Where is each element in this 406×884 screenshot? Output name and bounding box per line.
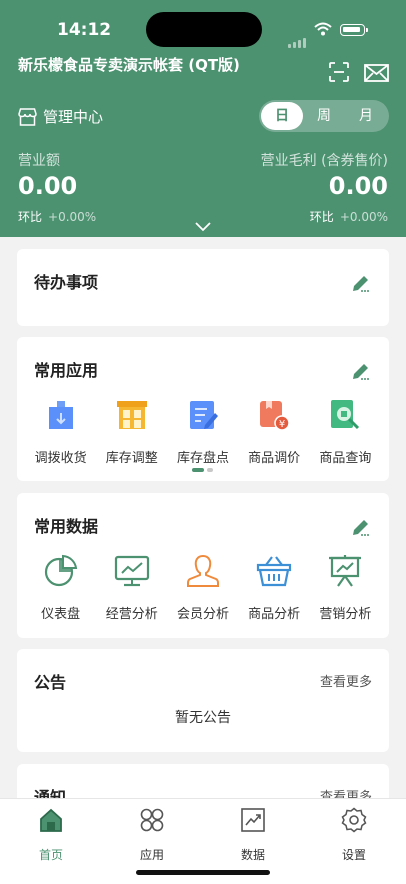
data-label: 营销分析 xyxy=(319,607,372,622)
app-label: 调拨收货 xyxy=(34,451,87,466)
home-indicator xyxy=(136,870,270,875)
tab-label: 设置 xyxy=(341,848,366,862)
announcement-more-link[interactable]: 查看更多 xyxy=(320,671,372,690)
common-apps-title: 常用应用 xyxy=(34,361,99,380)
store-icon xyxy=(18,107,37,126)
edit-icon[interactable] xyxy=(351,517,371,537)
data-marketing-analysis[interactable]: 营销分析 xyxy=(311,553,379,622)
gross-profit-ring-value: +0.00% xyxy=(339,210,388,224)
tab-label: 数据 xyxy=(240,848,265,862)
edit-icon[interactable] xyxy=(351,273,371,293)
gross-profit-ring-label: 环比 xyxy=(309,210,334,224)
data-label: 仪表盘 xyxy=(41,607,81,622)
gross-profit-value: 0.00 xyxy=(328,172,388,200)
settings-icon xyxy=(341,807,367,833)
svg-text:¥: ¥ xyxy=(279,419,285,430)
mail-icon[interactable] xyxy=(364,64,389,82)
data-dashboard[interactable]: 仪表盘 xyxy=(27,553,95,622)
app-label: 库存调整 xyxy=(105,451,158,466)
todo-title: 待办事项 xyxy=(34,273,99,292)
header: 14:12 新乐檬食品专卖演示帐套 (QT版) 管理中心 日 周 月 营业额 0… xyxy=(0,0,406,237)
app-transfer-receive[interactable]: 调拨收货 xyxy=(27,397,95,466)
pager-dot-active xyxy=(192,468,204,472)
data-member-analysis[interactable]: 会员分析 xyxy=(169,553,237,622)
tab-apps[interactable]: 应用 xyxy=(122,807,182,863)
app-label: 商品调价 xyxy=(248,451,301,466)
apps-pager xyxy=(192,468,213,472)
gross-profit-ring: 环比 +0.00% xyxy=(310,208,388,225)
announcement-card: 公告 查看更多 暂无公告 xyxy=(17,649,389,752)
common-data-title: 常用数据 xyxy=(34,517,99,536)
period-tab-month[interactable]: 月 xyxy=(345,102,387,130)
tab-label: 首页 xyxy=(38,848,63,862)
scan-icon[interactable] xyxy=(329,62,349,82)
chart-icon xyxy=(241,808,265,832)
period-switch: 日 周 月 xyxy=(259,100,389,132)
pager-dot xyxy=(207,468,213,472)
revenue-value: 0.00 xyxy=(18,172,78,200)
member-analysis-icon xyxy=(186,554,219,587)
data-business-analysis[interactable]: 经营分析 xyxy=(98,553,166,622)
app-product-search[interactable]: 商品查询 xyxy=(311,397,379,466)
announcement-title: 公告 xyxy=(34,673,67,692)
revenue-ring-label: 环比 xyxy=(18,210,43,224)
data-label: 商品分析 xyxy=(248,607,301,622)
common-apps-card: 常用应用 调拨收货 库存调整 库存盘点 ¥ 商品调价 商品查询 xyxy=(17,337,389,481)
chevron-down-icon[interactable] xyxy=(195,222,211,232)
business-analysis-icon xyxy=(114,555,149,587)
product-search-icon xyxy=(331,400,360,430)
revenue-ring: 环比 +0.00% xyxy=(18,208,96,225)
data-product-analysis[interactable]: 商品分析 xyxy=(240,553,308,622)
tab-data[interactable]: 数据 xyxy=(223,807,283,863)
signal-icon xyxy=(288,29,308,48)
data-label: 经营分析 xyxy=(105,607,158,622)
wifi-icon xyxy=(314,22,332,36)
edit-icon[interactable] xyxy=(351,361,371,381)
price-adjust-icon: ¥ xyxy=(260,401,290,431)
apps-icon xyxy=(140,808,164,832)
transfer-receive-icon xyxy=(48,401,73,429)
battery-icon xyxy=(340,24,368,36)
announcement-empty: 暂无公告 xyxy=(175,710,231,726)
todo-card: 待办事项 xyxy=(17,249,389,326)
camera-notch xyxy=(146,12,262,47)
management-center[interactable]: 管理中心 xyxy=(18,106,103,127)
store-name: 新乐檬食品专卖演示帐套 (QT版) xyxy=(18,56,240,74)
marketing-analysis-icon xyxy=(329,555,362,587)
app-label: 商品查询 xyxy=(319,451,372,466)
product-analysis-icon xyxy=(257,556,292,587)
revenue-label: 营业额 xyxy=(18,153,60,169)
inventory-adjust-icon xyxy=(116,401,147,429)
period-tab-week[interactable]: 周 xyxy=(303,102,345,130)
app-stocktake[interactable]: 库存盘点 xyxy=(169,397,237,466)
status-bar: 14:12 xyxy=(0,0,406,52)
data-label: 会员分析 xyxy=(176,607,229,622)
tab-settings[interactable]: 设置 xyxy=(324,807,384,863)
period-tab-day[interactable]: 日 xyxy=(261,102,303,130)
app-inventory-adjust[interactable]: 库存调整 xyxy=(98,397,166,466)
common-data-card: 常用数据 仪表盘 经营分析 会员分析 商品分析 营销分析 xyxy=(17,493,389,638)
stocktake-icon xyxy=(189,401,218,429)
tab-label: 应用 xyxy=(139,848,164,862)
tab-home[interactable]: 首页 xyxy=(21,807,81,863)
revenue-ring-value: +0.00% xyxy=(48,210,97,224)
app-price-adjust[interactable]: ¥ 商品调价 xyxy=(240,397,308,466)
status-time: 14:12 xyxy=(57,20,112,40)
gross-profit-label: 营业毛利 (含券售价) xyxy=(260,153,388,169)
dashboard-icon xyxy=(44,554,77,587)
app-label: 库存盘点 xyxy=(176,451,229,466)
management-center-label: 管理中心 xyxy=(43,108,104,126)
home-icon xyxy=(40,808,62,832)
